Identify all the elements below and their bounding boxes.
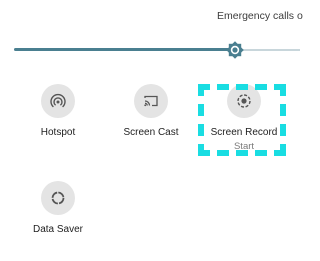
brightness-slider[interactable] — [14, 38, 300, 62]
data-saver-icon — [51, 191, 65, 205]
emergency-calls-text: Emergency calls o — [217, 10, 303, 22]
hotspot-icon — [50, 93, 66, 108]
tile-data-saver-label: Data Saver — [32, 224, 84, 235]
brightness-icon — [226, 41, 244, 59]
tile-hotspot-label: Hotspot — [40, 127, 76, 138]
cast-icon — [144, 95, 158, 107]
brightness-slider-active-track — [14, 48, 235, 51]
tile-data-saver-button[interactable] — [41, 181, 75, 215]
tile-hotspot-button[interactable] — [41, 84, 75, 118]
tile-data-saver[interactable]: Data Saver — [10, 181, 106, 235]
screen-record-highlight-box — [198, 84, 286, 156]
tile-screen-cast[interactable]: Screen Cast — [103, 84, 199, 138]
tile-hotspot[interactable]: Hotspot — [10, 84, 106, 138]
brightness-slider-thumb[interactable] — [225, 40, 245, 60]
tile-screen-cast-label: Screen Cast — [123, 127, 179, 138]
tile-screen-cast-button[interactable] — [134, 84, 168, 118]
